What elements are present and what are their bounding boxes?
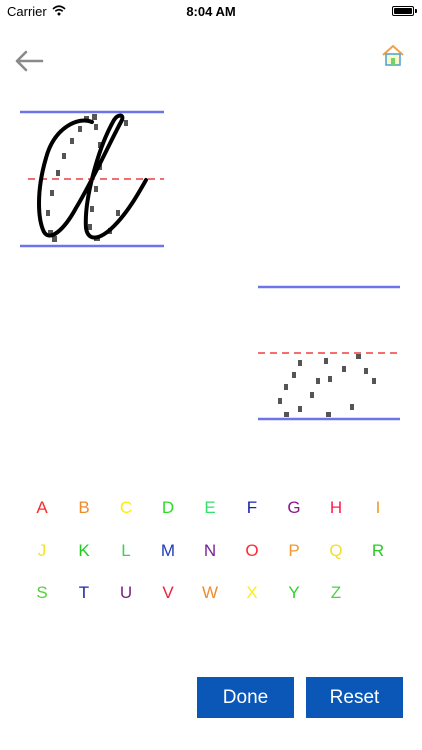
reset-button[interactable]: Reset [306,677,403,718]
example-trace-dots [278,354,376,417]
battery-level [394,8,412,14]
letter-a-button[interactable]: A [26,496,58,520]
letter-v-button[interactable]: V [152,581,184,605]
letter-r-button[interactable]: R [362,539,394,563]
drawn-stroke [37,113,148,240]
home-button[interactable] [380,43,406,69]
arrow-left-icon [15,50,44,72]
letter-o-button[interactable]: O [236,539,268,563]
letter-t-button[interactable]: T [68,581,100,605]
letter-s-button[interactable]: S [26,581,58,605]
letter-u-button[interactable]: U [110,581,142,605]
example-letter-area [258,285,400,421]
letter-l-button[interactable]: L [110,539,142,563]
letter-d-button[interactable]: D [152,496,184,520]
status-time: 8:04 AM [186,4,236,19]
status-bar: Carrier 8:04 AM [0,0,422,22]
letter-m-button[interactable]: M [152,539,184,563]
letter-z-button[interactable]: Z [320,581,352,605]
letter-q-button[interactable]: Q [320,539,352,563]
letter-p-button[interactable]: P [278,539,310,563]
battery-icon [392,6,414,16]
letter-k-button[interactable]: K [68,539,100,563]
letter-b-button[interactable]: B [68,496,100,520]
letter-j-button[interactable]: J [26,539,58,563]
letter-g-button[interactable]: G [278,496,310,520]
done-button[interactable]: Done [197,677,294,718]
letter-c-button[interactable]: C [110,496,142,520]
house-icon [382,45,404,66]
letter-x-button[interactable]: X [236,581,268,605]
tracing-canvas[interactable] [18,108,166,250]
letter-y-button[interactable]: Y [278,581,310,605]
letter-n-button[interactable]: N [194,539,226,563]
letter-h-button[interactable]: H [320,496,352,520]
back-button[interactable] [12,46,48,76]
battery-tip [415,9,417,13]
letter-f-button[interactable]: F [236,496,268,520]
letter-w-button[interactable]: W [194,581,226,605]
letter-i-button[interactable]: I [362,496,394,520]
letter-e-button[interactable]: E [194,496,226,520]
